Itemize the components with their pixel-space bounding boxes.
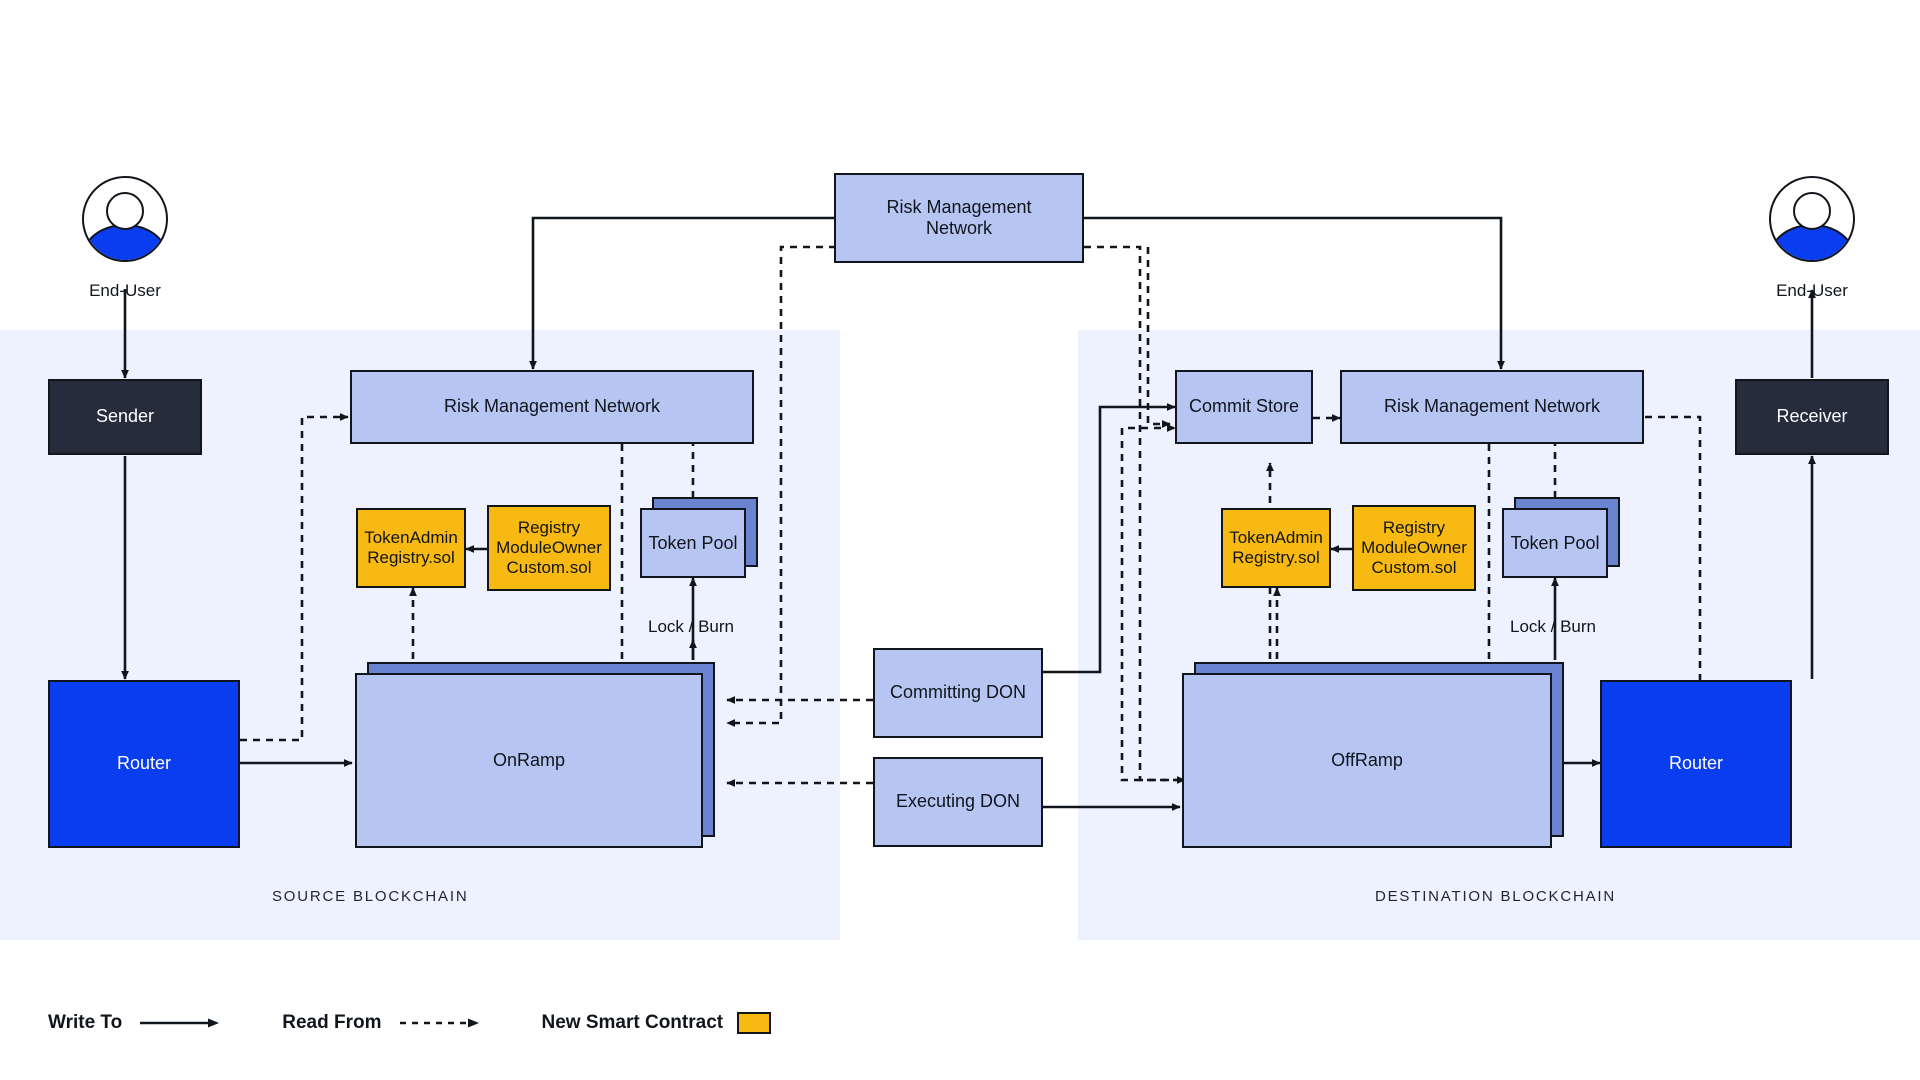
rmn-source-label: Risk Management Network bbox=[443, 396, 661, 417]
rmn-top-line2: Network bbox=[925, 218, 992, 238]
legend-read-from: Read From bbox=[282, 1012, 485, 1034]
node-risk-management-network-top[interactable]: Risk Management Network bbox=[834, 173, 1084, 263]
lock-burn-destination-label: Lock / Burn bbox=[1510, 617, 1596, 636]
legend-read-from-label: Read From bbox=[282, 1012, 382, 1033]
token-pool-destination-label: Token Pool bbox=[1510, 532, 1600, 553]
avatar-head bbox=[1793, 191, 1831, 230]
node-router-source[interactable]: Router bbox=[48, 680, 240, 848]
node-registry-module-owner-custom-destination[interactable]: Registry ModuleOwner Custom.sol bbox=[1352, 505, 1476, 591]
avatar-end-user-destination bbox=[1769, 176, 1855, 262]
node-executing-don[interactable]: Executing DON bbox=[873, 757, 1043, 847]
token-admin-registry-source-line2: Registry.sol bbox=[367, 548, 455, 567]
executing-don-label: Executing DON bbox=[895, 791, 1021, 812]
registry-module-owner-source-line3: Custom.sol bbox=[506, 558, 592, 578]
solid-arrow-icon bbox=[140, 1018, 220, 1028]
registry-module-owner-source-line2: ModuleOwner bbox=[496, 537, 602, 557]
avatar-head bbox=[106, 191, 144, 230]
node-token-pool-source[interactable]: Token Pool bbox=[640, 497, 758, 578]
node-risk-management-network-source[interactable]: Risk Management Network bbox=[350, 370, 754, 444]
token-admin-registry-source-line1: TokenAdmin bbox=[364, 527, 458, 547]
end-user-source-label: End-User bbox=[89, 281, 161, 300]
rmn-top-line1: Risk Management bbox=[886, 196, 1032, 217]
legend-new-smart-contract: New Smart Contract bbox=[542, 1012, 772, 1034]
token-admin-registry-destination-line1: TokenAdmin bbox=[1229, 527, 1323, 547]
offramp-label: OffRamp bbox=[1331, 750, 1403, 770]
avatar-ring bbox=[1769, 176, 1855, 262]
node-commit-store[interactable]: Commit Store bbox=[1175, 370, 1313, 444]
node-onramp[interactable]: OnRamp bbox=[355, 662, 715, 848]
registry-module-owner-source-line1: Registry bbox=[517, 517, 581, 537]
token-pool-source-label: Token Pool bbox=[648, 532, 738, 553]
registry-module-owner-destination-line2: ModuleOwner bbox=[1361, 537, 1467, 557]
onramp-front-card: OnRamp bbox=[355, 673, 703, 848]
offramp-front-card: OffRamp bbox=[1182, 673, 1552, 848]
node-router-destination[interactable]: Router bbox=[1600, 680, 1792, 848]
node-token-pool-destination[interactable]: Token Pool bbox=[1502, 497, 1620, 578]
router-destination-label: Router bbox=[1668, 753, 1724, 774]
node-risk-management-network-destination[interactable]: Risk Management Network bbox=[1340, 370, 1644, 444]
node-offramp[interactable]: OffRamp bbox=[1182, 662, 1564, 848]
node-token-admin-registry-source[interactable]: TokenAdmin Registry.sol bbox=[356, 508, 466, 588]
node-sender[interactable]: Sender bbox=[48, 379, 202, 455]
legend: Write To Read From New Smart Contract bbox=[48, 1012, 772, 1034]
node-token-admin-registry-destination[interactable]: TokenAdmin Registry.sol bbox=[1221, 508, 1331, 588]
router-source-label: Router bbox=[116, 753, 172, 774]
lock-burn-source-label: Lock / Burn bbox=[648, 617, 734, 636]
dashed-arrow-icon bbox=[399, 1018, 479, 1028]
registry-module-owner-destination-line1: Registry bbox=[1382, 517, 1446, 537]
commit-store-label: Commit Store bbox=[1188, 396, 1300, 417]
legend-write-to-label: Write To bbox=[48, 1012, 123, 1033]
legend-new-smart-contract-label: New Smart Contract bbox=[541, 1012, 724, 1033]
legend-write-to: Write To bbox=[48, 1012, 226, 1034]
token-pool-source-front-card: Token Pool bbox=[640, 508, 746, 578]
diagram-canvas: SOURCE BLOCKCHAIN DESTINATION BLOCKCHAIN bbox=[0, 0, 1920, 1080]
committing-don-label: Committing DON bbox=[889, 682, 1027, 703]
node-receiver[interactable]: Receiver bbox=[1735, 379, 1889, 455]
destination-blockchain-label: DESTINATION BLOCKCHAIN bbox=[1375, 888, 1617, 905]
end-user-destination-label: End-User bbox=[1776, 281, 1848, 300]
token-admin-registry-destination-line2: Registry.sol bbox=[1232, 548, 1320, 567]
receiver-label: Receiver bbox=[1776, 406, 1848, 427]
source-blockchain-label: SOURCE BLOCKCHAIN bbox=[272, 888, 469, 905]
token-pool-destination-front-card: Token Pool bbox=[1502, 508, 1608, 578]
rmn-destination-label: Risk Management Network bbox=[1383, 396, 1601, 417]
onramp-label: OnRamp bbox=[492, 750, 566, 770]
registry-module-owner-destination-line3: Custom.sol bbox=[1371, 558, 1457, 578]
sender-label: Sender bbox=[95, 406, 155, 427]
legend-yellow-swatch-icon bbox=[737, 1012, 772, 1034]
avatar-ring bbox=[82, 176, 168, 262]
node-committing-don[interactable]: Committing DON bbox=[873, 648, 1043, 738]
node-registry-module-owner-custom-source[interactable]: Registry ModuleOwner Custom.sol bbox=[487, 505, 611, 591]
avatar-end-user-source bbox=[82, 176, 168, 262]
